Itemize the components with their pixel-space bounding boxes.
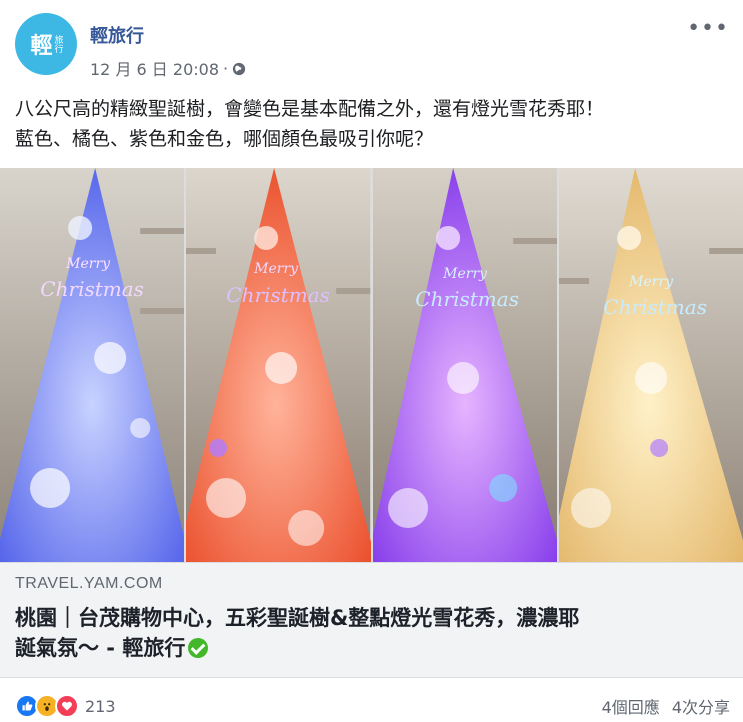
post-text-line: 藍色、橘色、紫色和金色，哪個顏色最吸引你呢？ xyxy=(15,128,434,150)
link-title-line-text: 誕氣氛～ - 輕旅行 xyxy=(15,636,186,660)
comments-count-link[interactable]: 4個回應 xyxy=(602,694,660,718)
link-title-line-2: 誕氣氛～ - 輕旅行 xyxy=(15,633,730,663)
engagement-stats: 4個回應 4次分享 xyxy=(602,694,730,718)
link-preview[interactable]: TRAVEL.YAM.COM 桃園｜台茂購物中心，五彩聖誕樹&整點燈光雪花秀，濃… xyxy=(0,562,743,678)
post-photo[interactable]: Merry Christmas Merry Christmas Merry Ch… xyxy=(0,168,743,562)
page-avatar[interactable]: 輕 旅行 xyxy=(15,13,77,75)
avatar-logo-subtext: 旅行 xyxy=(52,35,63,53)
banner-merry: Merry xyxy=(65,256,111,272)
banner-merry: Merry xyxy=(628,274,674,290)
banner-merry: Merry xyxy=(253,261,299,277)
page-name-link[interactable]: 輕旅行 xyxy=(90,22,144,48)
globe-icon[interactable] xyxy=(232,61,246,76)
post-message: 八公尺高的精緻聖誕樹，會變色是基本配備之外，還有燈光雪花秀耶！ 藍色、橘色、紫色… xyxy=(15,94,735,154)
banner-christmas: Christmas xyxy=(603,295,707,319)
photo-panel-purple-tree: Merry Christmas xyxy=(372,168,557,562)
reaction-count: 213 xyxy=(85,696,116,716)
link-domain: TRAVEL.YAM.COM xyxy=(15,575,163,592)
post-meta: 12 月 6 日 20:08 · xyxy=(90,56,246,80)
photo-panel-orange-tree: Merry Christmas xyxy=(186,168,371,562)
reactions-summary[interactable]: 213 xyxy=(15,694,116,718)
verified-check-icon xyxy=(188,638,209,658)
banner-christmas: Christmas xyxy=(40,277,144,301)
post-timestamp[interactable]: 12 月 6 日 20:08 xyxy=(90,56,219,80)
link-title-line: 桃園｜台茂購物中心，五彩聖誕樹&整點燈光雪花秀，濃濃耶 xyxy=(15,606,580,630)
love-reaction-icon xyxy=(55,694,79,718)
avatar-logo-text: 輕 xyxy=(30,34,52,59)
post-footer: 213 4個回應 4次分享 xyxy=(15,694,730,720)
banner-christmas: Christmas xyxy=(227,283,331,307)
shares-count-link[interactable]: 4次分享 xyxy=(672,694,730,718)
banner-merry: Merry xyxy=(442,266,488,282)
link-title[interactable]: 桃園｜台茂購物中心，五彩聖誕樹&整點燈光雪花秀，濃濃耶 誕氣氛～ - 輕旅行 xyxy=(15,603,730,663)
banner-christmas: Christmas xyxy=(415,287,519,311)
post-text-line: 八公尺高的精緻聖誕樹，會變色是基本配備之外，還有燈光雪花秀耶！ xyxy=(15,98,605,120)
more-options-icon[interactable]: ••• xyxy=(687,18,729,40)
photo-panel-blue-tree: Merry Christmas xyxy=(0,168,185,562)
photo-panel-gold-tree: Merry Christmas xyxy=(558,168,743,562)
meta-separator: · xyxy=(223,58,229,78)
